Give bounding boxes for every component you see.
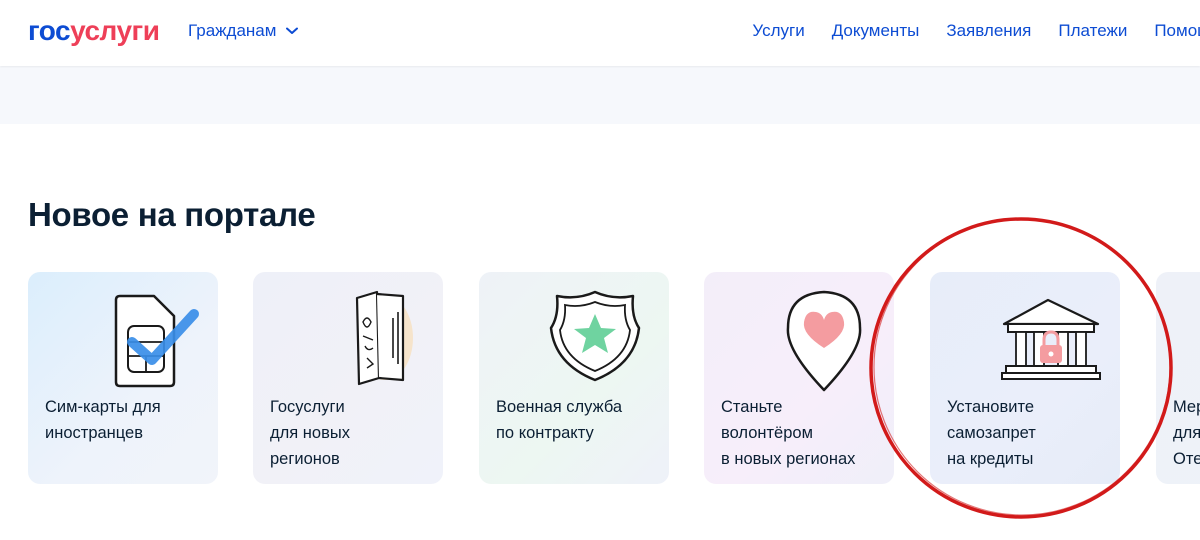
sim-card-check-icon	[114, 294, 199, 388]
audience-label: Гражданам	[188, 21, 277, 40]
nav-applications[interactable]: Заявления	[946, 21, 1031, 41]
card-title: Станьте волонтёром в новых регионах	[721, 398, 856, 468]
logo-part-gos: гос	[28, 15, 71, 46]
card-title: Госуслуги для новых регионов	[270, 398, 350, 468]
nav-documents[interactable]: Документы	[832, 21, 920, 41]
nav-payments[interactable]: Платежи	[1058, 21, 1127, 41]
card-credit-selfban[interactable]: Установите самозапрет на кредиты	[930, 272, 1120, 484]
gosuslugi-logo[interactable]: госуслуги	[28, 15, 160, 46]
site-header: госуслуги Гражданам Услуги Документы Зая…	[0, 0, 1200, 66]
passport-book-icon	[355, 290, 413, 386]
news-cards: Сим-карты для иностранцев Госуслуги для …	[28, 272, 1200, 484]
chevron-down-icon	[286, 27, 299, 34]
nav-services[interactable]: Услуги	[752, 21, 804, 41]
banner-strip	[0, 66, 1200, 124]
card-new-regions[interactable]: Госуслуги для новых регионов	[253, 272, 443, 484]
card-partial[interactable]: Мер для Оте	[1156, 272, 1200, 484]
nav-help[interactable]: Помощь	[1154, 21, 1200, 41]
card-title: Сим-карты для иностранцев	[45, 398, 161, 442]
card-military-contract[interactable]: Военная служба по контракту	[479, 272, 669, 484]
heart-pin-icon	[786, 290, 862, 392]
card-volunteer[interactable]: Станьте волонтёром в новых регионах	[704, 272, 894, 484]
card-title: Военная служба по контракту	[496, 398, 623, 442]
logo-part-uslugi: услуги	[70, 15, 160, 46]
audience-dropdown[interactable]: Гражданам	[188, 21, 299, 41]
bank-lock-icon	[1001, 298, 1101, 380]
card-title: Мер для Оте	[1173, 398, 1200, 468]
card-sim-foreigners[interactable]: Сим-карты для иностранцев	[28, 272, 218, 484]
section-title: Новое на портале	[28, 196, 316, 233]
shield-star-icon	[549, 290, 641, 382]
card-title: Установите самозапрет на кредиты	[947, 398, 1036, 468]
main-nav: Услуги Документы Заявления Платежи Помощ…	[752, 21, 1200, 41]
